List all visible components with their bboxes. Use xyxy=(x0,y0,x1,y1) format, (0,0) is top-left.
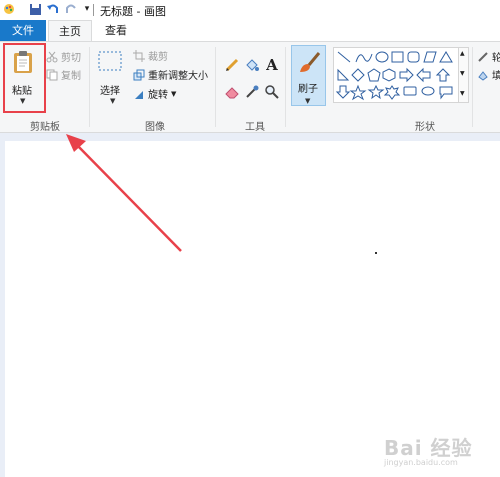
watermark-url: jingyan.baidu.com xyxy=(384,458,458,467)
annotation-arrow xyxy=(66,134,182,252)
watermark-brand: Bai 经验 xyxy=(384,436,473,460)
